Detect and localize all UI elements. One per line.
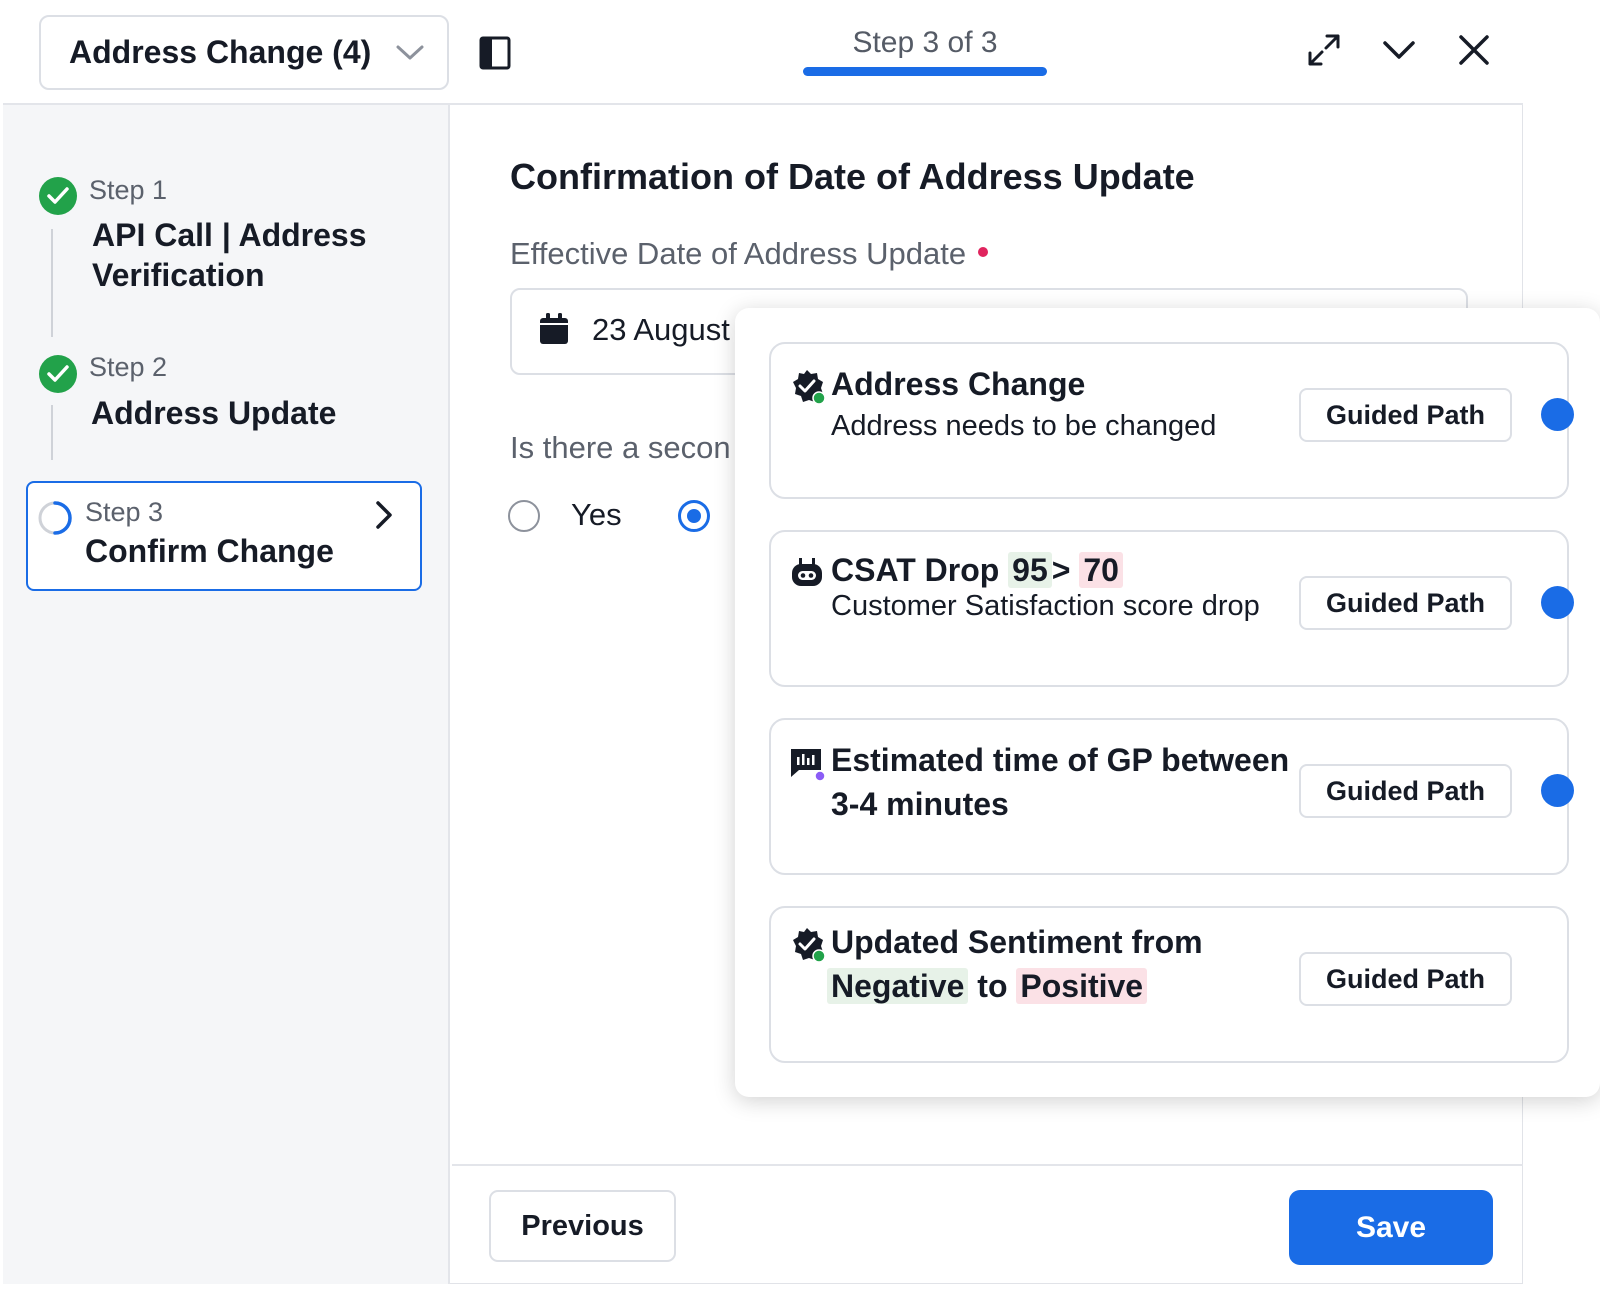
card-title: CSAT Drop 95 > 70 [831, 548, 1123, 592]
expand-icon[interactable] [1306, 32, 1342, 68]
close-icon[interactable] [1456, 32, 1492, 68]
card-subtitle: Customer Satisfaction score drop [831, 590, 1260, 622]
radio-no[interactable] [678, 500, 710, 532]
card-title-line1: Updated Sentiment from [831, 924, 1203, 960]
chevron-down-icon [396, 45, 424, 60]
robot-icon [792, 558, 822, 586]
csat-title-text: CSAT Drop [831, 552, 1000, 588]
step-3-title: Confirm Change [85, 533, 334, 569]
check-circle-icon [39, 177, 77, 215]
save-button[interactable]: Save [1289, 1190, 1493, 1265]
steps-sidebar: Step 1 API Call | Address Verification S… [3, 105, 450, 1284]
card-title-line2: Negative to Positive [827, 964, 1148, 1008]
previous-button[interactable]: Previous [489, 1190, 676, 1262]
chevron-down-icon[interactable] [1381, 32, 1417, 68]
csat-arrow: > [1051, 552, 1071, 588]
date-field-label: Effective Date of Address Update [510, 236, 989, 272]
step-1-number: Step 1 [89, 175, 168, 205]
status-dot [1541, 586, 1574, 619]
card-title: Address Change [831, 366, 1086, 402]
step-2-number: Step 2 [89, 352, 168, 382]
case-dropdown-label: Address Change (4) [69, 34, 372, 70]
check-circle-icon [39, 355, 77, 393]
sentiment-from: Negative [827, 968, 969, 1004]
step-connector [51, 229, 53, 337]
card-title-line2: 3-4 minutes [831, 786, 1009, 822]
progress-ring-icon [38, 501, 72, 535]
step-3-number: Step 3 [85, 497, 164, 527]
required-indicator [978, 246, 989, 257]
radio-yes[interactable] [508, 500, 540, 532]
step-3-active-card[interactable]: Step 3 Confirm Change [26, 481, 422, 591]
guided-path-button[interactable]: Guided Path [1299, 952, 1512, 1006]
card-subtitle: Address needs to be changed [831, 410, 1217, 442]
step-1-title[interactable]: API Call | Address Verification [92, 215, 367, 295]
card-title-line1: Estimated time of GP between [831, 742, 1290, 778]
step-1-title-line2: Verification [92, 257, 265, 293]
page-title: Confirmation of Date of Address Update [510, 156, 1195, 197]
chevron-right-icon [376, 501, 392, 529]
guided-path-popover: Address Change Address needs to be chang… [735, 308, 1600, 1097]
step-connector [51, 405, 53, 460]
sentiment-to: Positive [1016, 968, 1148, 1004]
status-dot [1541, 774, 1574, 807]
suggestion-card[interactable]: CSAT Drop 95 > 70 Customer Satisfaction s… [769, 530, 1574, 687]
panel-toggle-icon[interactable] [479, 36, 511, 70]
footer-divider [452, 1164, 1523, 1166]
step-1-title-line1: API Call | Address [92, 217, 367, 253]
header: Address Change (4) Step 3 of 3 [3, 0, 1523, 105]
step-indicator: Step 3 of 3 [852, 26, 998, 59]
sentiment-connector: to [977, 968, 1008, 1004]
guided-path-button[interactable]: Guided Path [1299, 388, 1512, 442]
step-2-title[interactable]: Address Update [91, 393, 336, 433]
secondary-question: Is there a secon [510, 430, 731, 465]
status-dot [1541, 398, 1574, 431]
csat-from-value: 95 [1008, 552, 1052, 588]
guided-path-button[interactable]: Guided Path [1299, 764, 1512, 818]
chart-message-icon [791, 749, 826, 782]
date-value: 23 August [592, 312, 730, 347]
suggestion-card[interactable]: Estimated time of GP between 3-4 minutes… [769, 718, 1574, 875]
verified-badge-icon [793, 370, 826, 405]
step-progress-bar [803, 67, 1047, 76]
csat-to-value: 70 [1079, 552, 1123, 588]
case-dropdown[interactable]: Address Change (4) [39, 15, 449, 90]
guided-path-button[interactable]: Guided Path [1299, 576, 1512, 630]
suggestion-card[interactable]: Address Change Address needs to be chang… [769, 342, 1574, 499]
date-field-label-text: Effective Date of Address Update [510, 236, 967, 271]
verified-badge-icon [793, 928, 826, 963]
radio-yes-label: Yes [571, 497, 622, 532]
suggestion-card[interactable]: Updated Sentiment from Negative to Posit… [769, 906, 1569, 1063]
calendar-icon [540, 313, 568, 344]
